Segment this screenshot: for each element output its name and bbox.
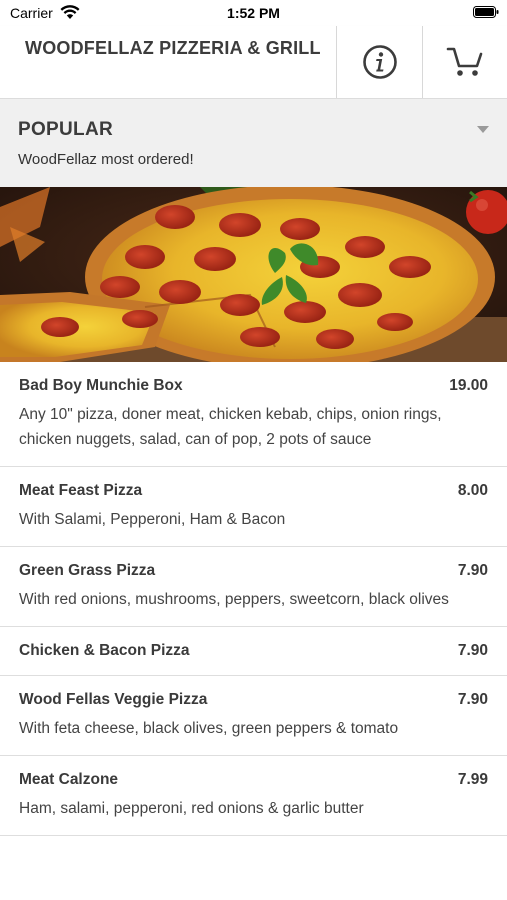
status-bar: Carrier 1:52 PM	[0, 0, 507, 26]
clock: 1:52 PM	[227, 5, 280, 21]
item-price: 7.90	[457, 642, 488, 659]
item-description: With Salami, Pepperoni, Ham & Bacon	[19, 511, 286, 528]
item-description: With feta cheese, black olives, green pe…	[19, 720, 399, 737]
item-name: Wood Fellas Veggie Pizza	[19, 691, 208, 708]
item-name: Meat Calzone	[19, 771, 119, 788]
item-name: Bad Boy Munchie Box	[19, 377, 183, 394]
restaurant-title: WOODFELLAZ PIZZERIA & GRILL	[25, 38, 321, 58]
info-icon	[363, 45, 397, 79]
item-description: Ham, salami, pepperoni, red onions & gar…	[19, 800, 364, 817]
item-price: 7.99	[457, 771, 488, 788]
item-name: Green Grass Pizza	[19, 562, 156, 579]
header-divider	[336, 26, 337, 98]
item-description: With red onions, mushrooms, peppers, swe…	[19, 591, 449, 608]
item-price: 7.90	[457, 562, 488, 579]
category-header-popular[interactable]: POPULAR WoodFellaz most ordered!	[0, 99, 507, 187]
item-price: 7.90	[457, 691, 488, 708]
menu-item[interactable]: Chicken & Bacon Pizza 7.90	[0, 627, 507, 676]
menu-item[interactable]: Wood Fellas Veggie Pizza 7.90 With feta …	[0, 676, 507, 756]
cart-button[interactable]	[423, 26, 507, 98]
category-banner-image	[0, 187, 507, 362]
item-name: Meat Feast Pizza	[19, 482, 143, 499]
chevron-down-icon[interactable]	[477, 126, 489, 133]
cart-icon	[446, 47, 483, 76]
category-subtitle: WoodFellaz most ordered!	[18, 151, 194, 168]
app-header: WOODFELLAZ PIZZERIA & GRILL	[0, 26, 507, 99]
menu-item[interactable]: Bad Boy Munchie Box 19.00 Any 10" pizza,…	[0, 362, 507, 467]
menu-item[interactable]: Meat Calzone 7.99 Ham, salami, pepperoni…	[0, 756, 507, 836]
battery-icon	[473, 6, 499, 18]
menu-item[interactable]: Green Grass Pizza 7.90 With red onions, …	[0, 547, 507, 627]
category-title: POPULAR	[18, 119, 113, 140]
info-button[interactable]	[338, 26, 422, 98]
item-description: Any 10" pizza, doner meat, chicken kebab…	[19, 406, 442, 448]
menu-list: Bad Boy Munchie Box 19.00 Any 10" pizza,…	[0, 362, 507, 836]
item-price: 8.00	[457, 482, 488, 499]
item-price: 19.00	[449, 377, 488, 394]
pizza-image	[0, 187, 507, 362]
item-name: Chicken & Bacon Pizza	[19, 642, 190, 659]
menu-item[interactable]: Meat Feast Pizza 8.00 With Salami, Peppe…	[0, 467, 507, 547]
